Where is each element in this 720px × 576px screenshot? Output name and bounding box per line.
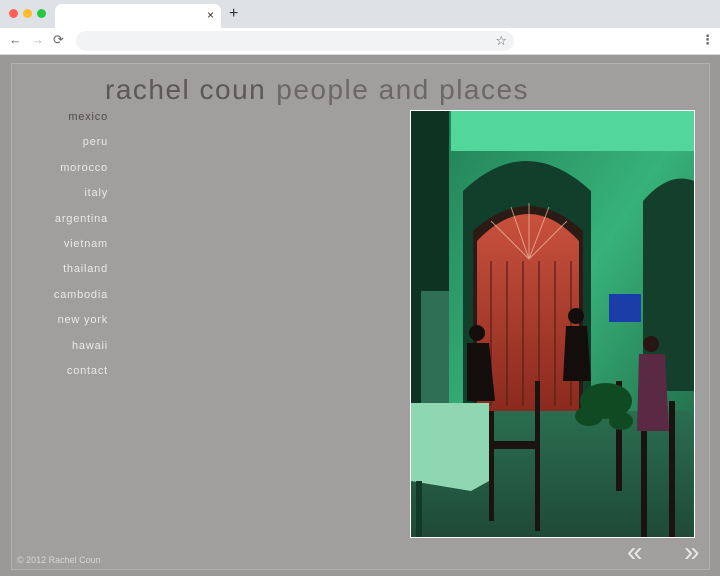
previous-photo-button[interactable]: « [627,536,643,568]
nav-item-thailand[interactable]: thailand [30,262,108,287]
menu-dots-icon[interactable]: ⋮ [701,32,714,48]
next-photo-button[interactable]: » [684,536,700,568]
window-zoom-dot[interactable] [37,9,46,18]
site-subtitle: people and places [276,74,530,105]
nav-item-new-york[interactable]: new york [30,313,108,338]
window-close-dot[interactable] [9,9,18,18]
browser-toolbar: ← → ⟳ ☆ ⋮ [0,28,720,55]
nav-item-cambodia[interactable]: cambodia [30,288,108,313]
browser-tab[interactable]: × [55,4,221,28]
browser-tab-bar: × + [0,0,720,28]
copyright-text: © 2012 Rachel Coun [17,555,101,565]
address-bar[interactable]: ☆ [76,31,514,51]
page-body: rachel coun people and places mexico peru… [0,55,720,576]
plus-icon[interactable]: + [229,5,238,23]
nav-item-argentina[interactable]: argentina [30,212,108,237]
photo-illustration [411,111,694,537]
nav-item-contact[interactable]: contact [30,364,108,389]
nav-item-italy[interactable]: italy [30,186,108,211]
star-icon[interactable]: ☆ [495,33,507,49]
gallery-nav: mexico peru morocco italy argentina viet… [30,110,108,389]
site-title: rachel coun people and places [105,73,529,107]
nav-item-morocco[interactable]: morocco [30,161,108,186]
nav-item-vietnam[interactable]: vietnam [30,237,108,262]
forward-arrow-icon[interactable]: → [31,32,44,48]
site-name[interactable]: rachel coun [105,74,266,105]
nav-item-hawaii[interactable]: hawaii [30,339,108,364]
gallery-photo[interactable] [410,110,695,538]
back-arrow-icon[interactable]: ← [9,32,22,48]
window-minimize-dot[interactable] [23,9,32,18]
nav-item-peru[interactable]: peru [30,135,108,160]
nav-item-mexico[interactable]: mexico [30,110,108,135]
reload-icon[interactable]: ⟳ [53,32,64,48]
close-icon[interactable]: × [207,8,214,22]
